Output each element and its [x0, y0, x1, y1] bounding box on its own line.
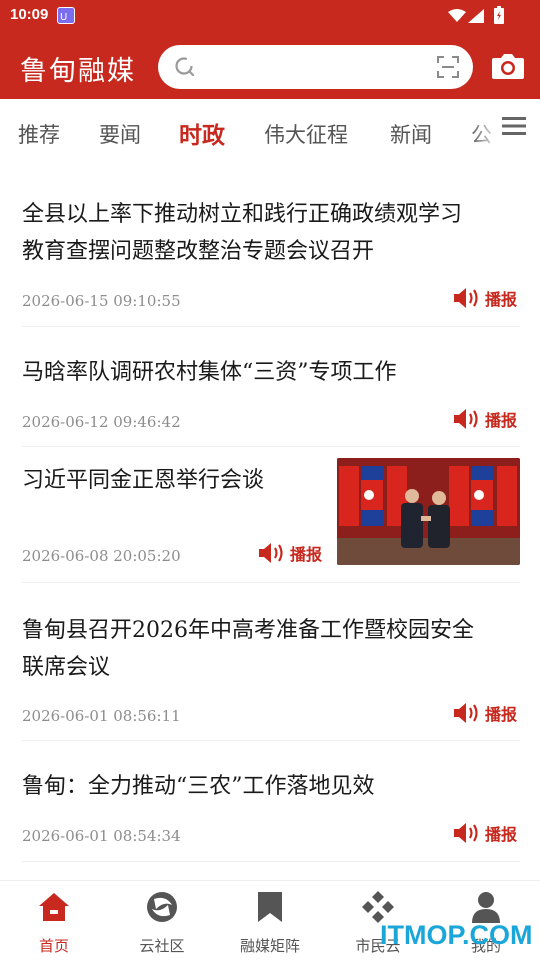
- news-title: 鲁甸县召开2026年中高考准备工作暨校园安全: [22, 618, 474, 643]
- broadcast-button[interactable]: 播报: [258, 541, 322, 565]
- category-tabs: 推荐 要闻 时政 伟大征程 新闻 公: [0, 99, 540, 161]
- broadcast-label: 播报: [290, 545, 323, 564]
- news-date: 2026-06-15 09:10:55: [22, 292, 181, 310]
- scan-icon[interactable]: [437, 56, 459, 82]
- speaker-icon: [454, 823, 478, 843]
- broadcast-label: 播报: [485, 411, 518, 430]
- speaker-icon: [259, 543, 283, 563]
- news-item[interactable]: 鲁甸：全力推动“三农”工作落地见效 2026-06-01 08:54:34 播报: [22, 741, 520, 862]
- news-thumbnail[interactable]: [337, 458, 520, 565]
- nav-community-label: 云社区: [139, 937, 185, 955]
- broadcast-label: 播报: [485, 825, 518, 844]
- news-title-line2: 联席会议: [22, 655, 111, 680]
- news-title: 全县以上率下推动树立和践行正确政绩观学习: [22, 202, 463, 227]
- speaker-icon: [454, 703, 478, 723]
- app-header: 10:09 U 鲁甸融媒: [0, 0, 540, 99]
- broadcast-button[interactable]: 播报: [453, 407, 517, 431]
- news-date: 2026-06-01 08:56:11: [22, 707, 181, 725]
- tab-headlines[interactable]: 要闻: [99, 119, 141, 149]
- camera-icon[interactable]: [491, 52, 525, 84]
- tab-fade: [470, 99, 500, 161]
- search-bar[interactable]: [158, 45, 473, 89]
- speaker-icon: [454, 409, 478, 429]
- nav-home-label: 首页: [38, 937, 69, 955]
- watermark-text: ITMOP.COM: [380, 920, 533, 950]
- status-bar: 10:09 U: [0, 0, 540, 32]
- broadcast-label: 播报: [485, 290, 518, 309]
- app-brand-title: 鲁甸融媒: [20, 56, 136, 87]
- nav-home[interactable]: 首页: [0, 881, 108, 960]
- news-item[interactable]: 习近平同金正恩举行会谈 2026-06-08 20:05:20 播报: [22, 447, 520, 583]
- svg-text:U: U: [60, 12, 67, 23]
- status-time: 10:09: [10, 6, 49, 23]
- wifi-icon: [448, 8, 466, 27]
- tab-politics[interactable]: 时政: [179, 116, 225, 150]
- news-date: 2026-06-12 09:46:42: [22, 413, 181, 431]
- nav-media-matrix[interactable]: 融媒矩阵: [216, 881, 324, 960]
- signal-icon: [468, 8, 484, 27]
- tab-great-journey[interactable]: 伟大征程: [264, 119, 348, 149]
- news-item[interactable]: 马晗率队调研农村集体“三资”专项工作 2026-06-12 09:46:42 播…: [22, 327, 520, 447]
- broadcast-button[interactable]: 播报: [453, 286, 517, 310]
- news-title: 马晗率队调研农村集体“三资”专项工作: [22, 360, 397, 385]
- tab-news[interactable]: 新闻: [390, 119, 432, 149]
- nav-media-matrix-label: 融媒矩阵: [239, 937, 300, 955]
- news-date: 2026-06-01 08:54:34: [22, 827, 181, 845]
- search-icon: [174, 56, 198, 84]
- community-icon: [144, 889, 180, 929]
- news-item[interactable]: 鲁甸县召开2026年中高考准备工作暨校园安全 联席会议 2026-06-01 0…: [22, 583, 520, 741]
- battery-icon: [494, 6, 504, 28]
- nav-community[interactable]: 云社区: [108, 881, 216, 960]
- news-date: 2026-06-08 20:05:20: [22, 547, 181, 565]
- news-title-line2: 教育查摆问题整改整治专题会议召开: [22, 239, 375, 264]
- broadcast-button[interactable]: 播报: [453, 701, 517, 725]
- bookmark-icon: [252, 889, 288, 929]
- menu-icon[interactable]: [502, 116, 526, 140]
- notification-app-icon: U: [57, 7, 75, 24]
- speaker-icon: [454, 288, 478, 308]
- tab-recommend[interactable]: 推荐: [18, 119, 60, 149]
- news-item[interactable]: 全县以上率下推动树立和践行正确政绩观学习 教育查摆问题整改整治专题会议召开 20…: [22, 161, 520, 327]
- home-icon: [36, 889, 72, 929]
- news-title: 鲁甸：全力推动“三农”工作落地见效: [22, 774, 375, 799]
- news-title: 习近平同金正恩举行会谈: [22, 468, 265, 493]
- broadcast-label: 播报: [485, 705, 518, 724]
- broadcast-button[interactable]: 播报: [453, 821, 517, 845]
